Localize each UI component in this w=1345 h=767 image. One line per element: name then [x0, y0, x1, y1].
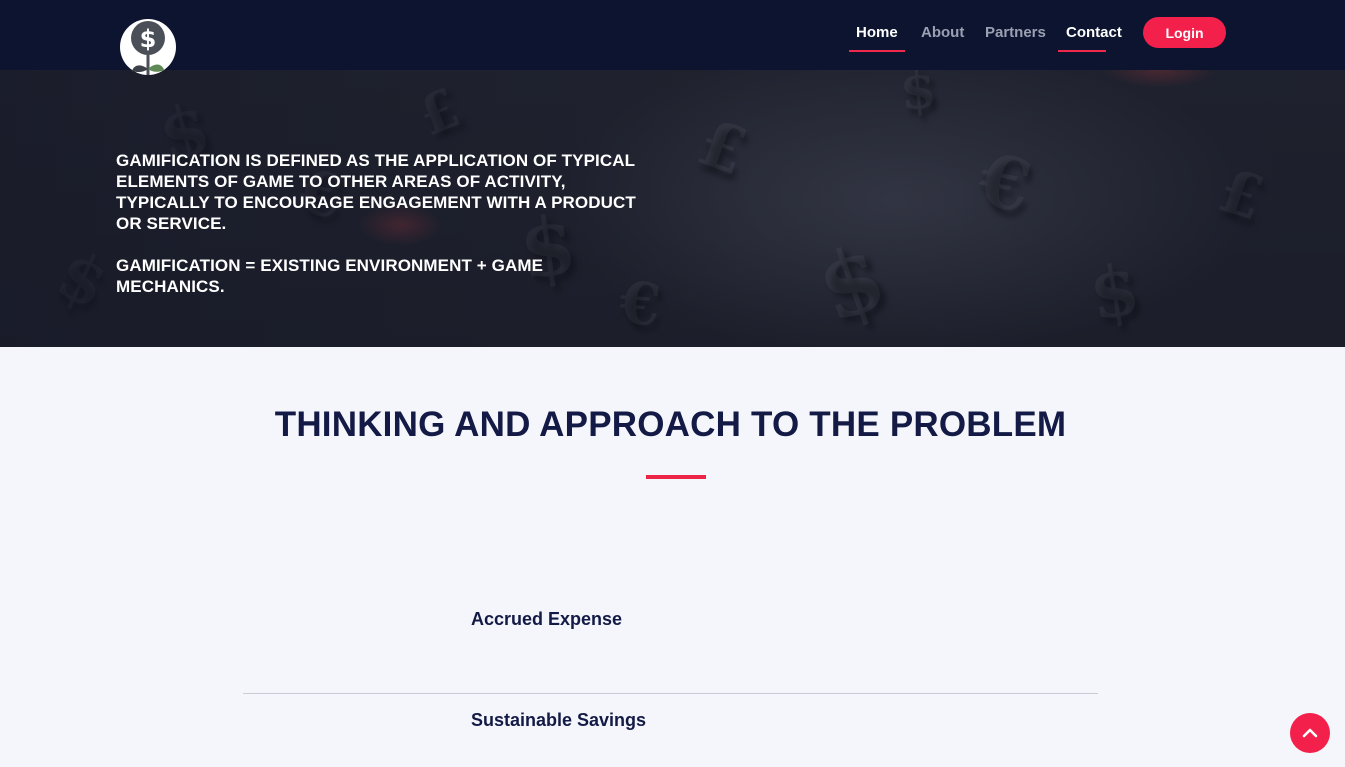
scroll-to-top-button[interactable]	[1290, 713, 1330, 753]
item-accrued-expense[interactable]: Accrued Expense	[471, 609, 622, 630]
title-underline	[646, 475, 706, 479]
dollar-plant-logo-icon[interactable]: $	[120, 17, 176, 77]
nav-partners[interactable]: Partners	[985, 24, 1046, 41]
nav-contact[interactable]: Contact	[1066, 24, 1122, 41]
nav-contact-underline	[1058, 50, 1106, 52]
section-title: THINKING AND APPROACH TO THE PROBLEM	[274, 405, 1067, 444]
item-sustainable-savings[interactable]: Sustainable Savings	[471, 710, 646, 731]
login-button[interactable]: Login	[1143, 17, 1226, 48]
hero-text: GAMIFICATION IS DEFINED AS THE APPLICATI…	[116, 150, 656, 318]
item-divider	[243, 693, 1098, 694]
hero-definition: GAMIFICATION IS DEFINED AS THE APPLICATI…	[116, 151, 636, 233]
chevron-up-icon	[1302, 728, 1318, 738]
nav-about[interactable]: About	[921, 24, 964, 41]
svg-text:$: $	[140, 25, 157, 53]
nav-home-underline	[849, 50, 905, 52]
nav-home[interactable]: Home	[856, 24, 898, 41]
navbar: $ Home About Partners Contact Login	[0, 0, 1345, 75]
hero-formula: GAMIFICATION = EXISTING ENVIRONMENT + GA…	[116, 256, 544, 296]
